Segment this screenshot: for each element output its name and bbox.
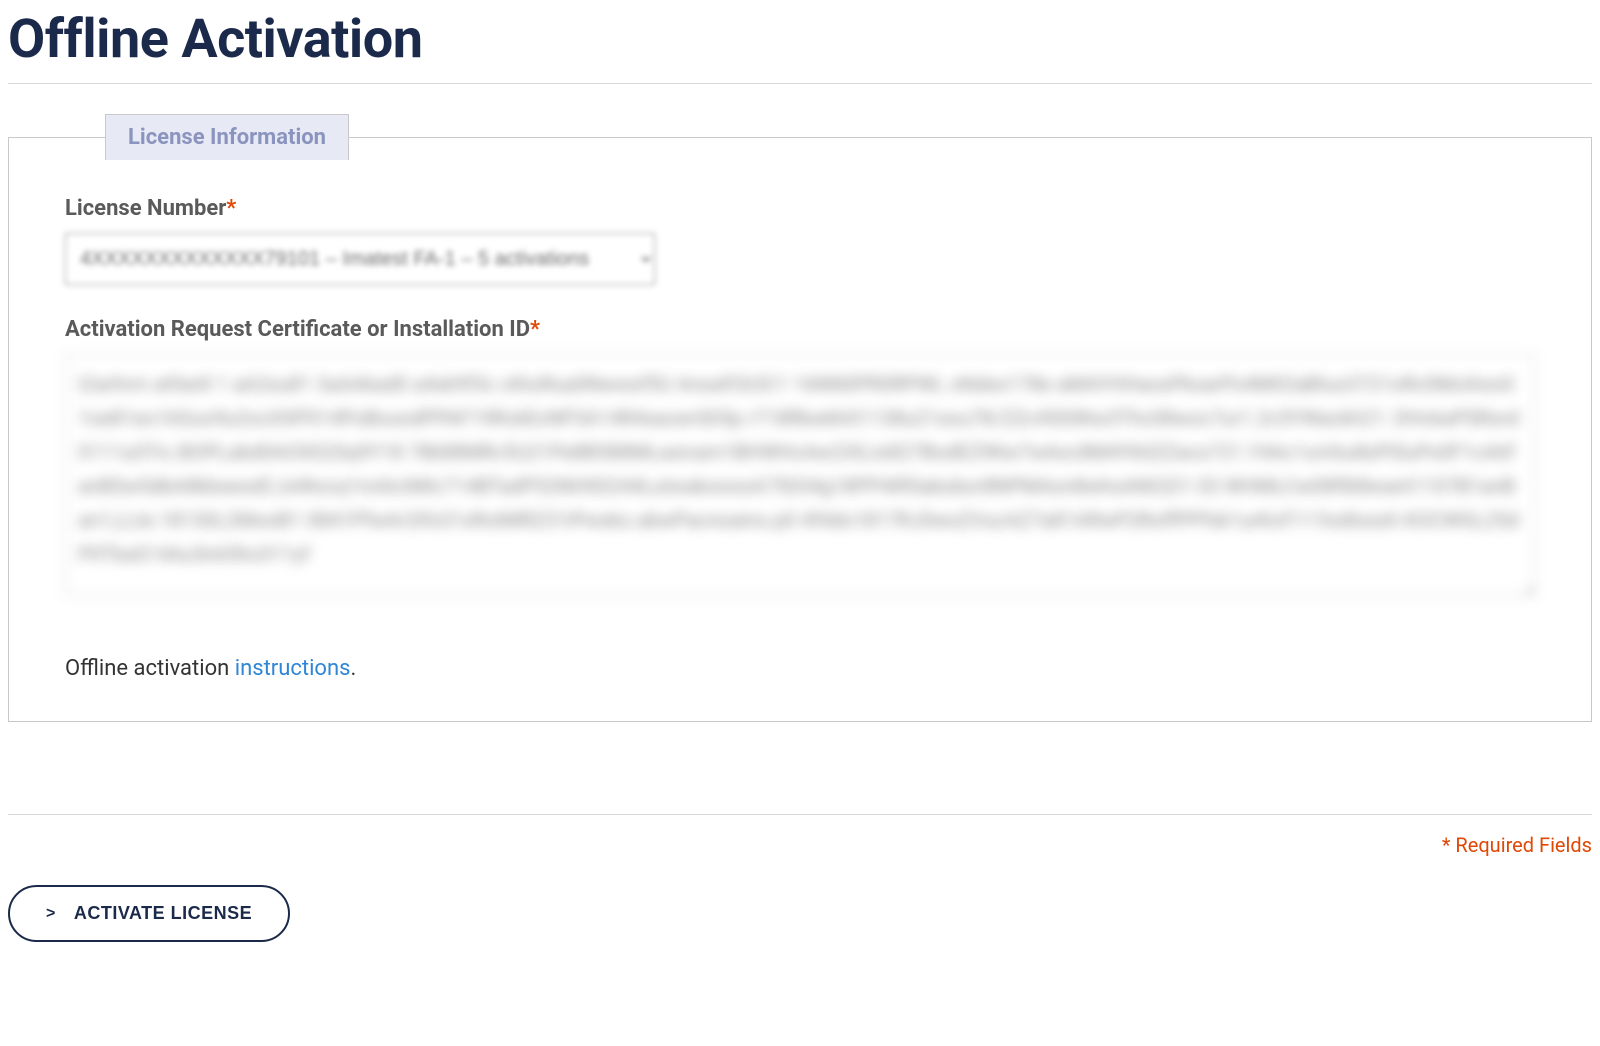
license-number-select[interactable]: 4XXXXXXXXXXXXX79101 – Imatest FA-1 – 5 a…	[65, 233, 655, 285]
license-information-fieldset: License Information License Number* 4XXX…	[8, 114, 1592, 722]
instructions-suffix: .	[350, 656, 356, 681]
required-asterisk: *	[226, 196, 236, 221]
instructions-link[interactable]: instructions	[235, 656, 351, 681]
activate-license-button[interactable]: > ACTIVATE LICENSE	[8, 885, 290, 942]
instructions-prefix: Offline activation	[65, 656, 235, 681]
activation-request-textarea[interactable]: t2arhrm at9ar8 1 aA2su81 3aAAkad0 a4sk9f…	[65, 354, 1535, 596]
footer-divider	[8, 814, 1592, 815]
required-asterisk: *	[530, 317, 540, 342]
activation-request-label: Activation Request Certificate or Instal…	[65, 317, 1535, 342]
instructions-text: Offline activation instructions.	[65, 656, 1535, 681]
license-information-tab: License Information	[105, 114, 349, 160]
title-divider	[8, 83, 1592, 84]
activation-request-label-text: Activation Request Certificate or Instal…	[65, 317, 530, 342]
required-fields-note: * Required Fields	[8, 833, 1592, 857]
chevron-right-icon: >	[46, 905, 56, 923]
activate-license-button-label: ACTIVATE LICENSE	[74, 903, 252, 924]
page-title: Offline Activation	[8, 8, 1592, 71]
license-number-label-text: License Number	[65, 196, 226, 221]
license-number-label: License Number*	[65, 196, 1535, 221]
